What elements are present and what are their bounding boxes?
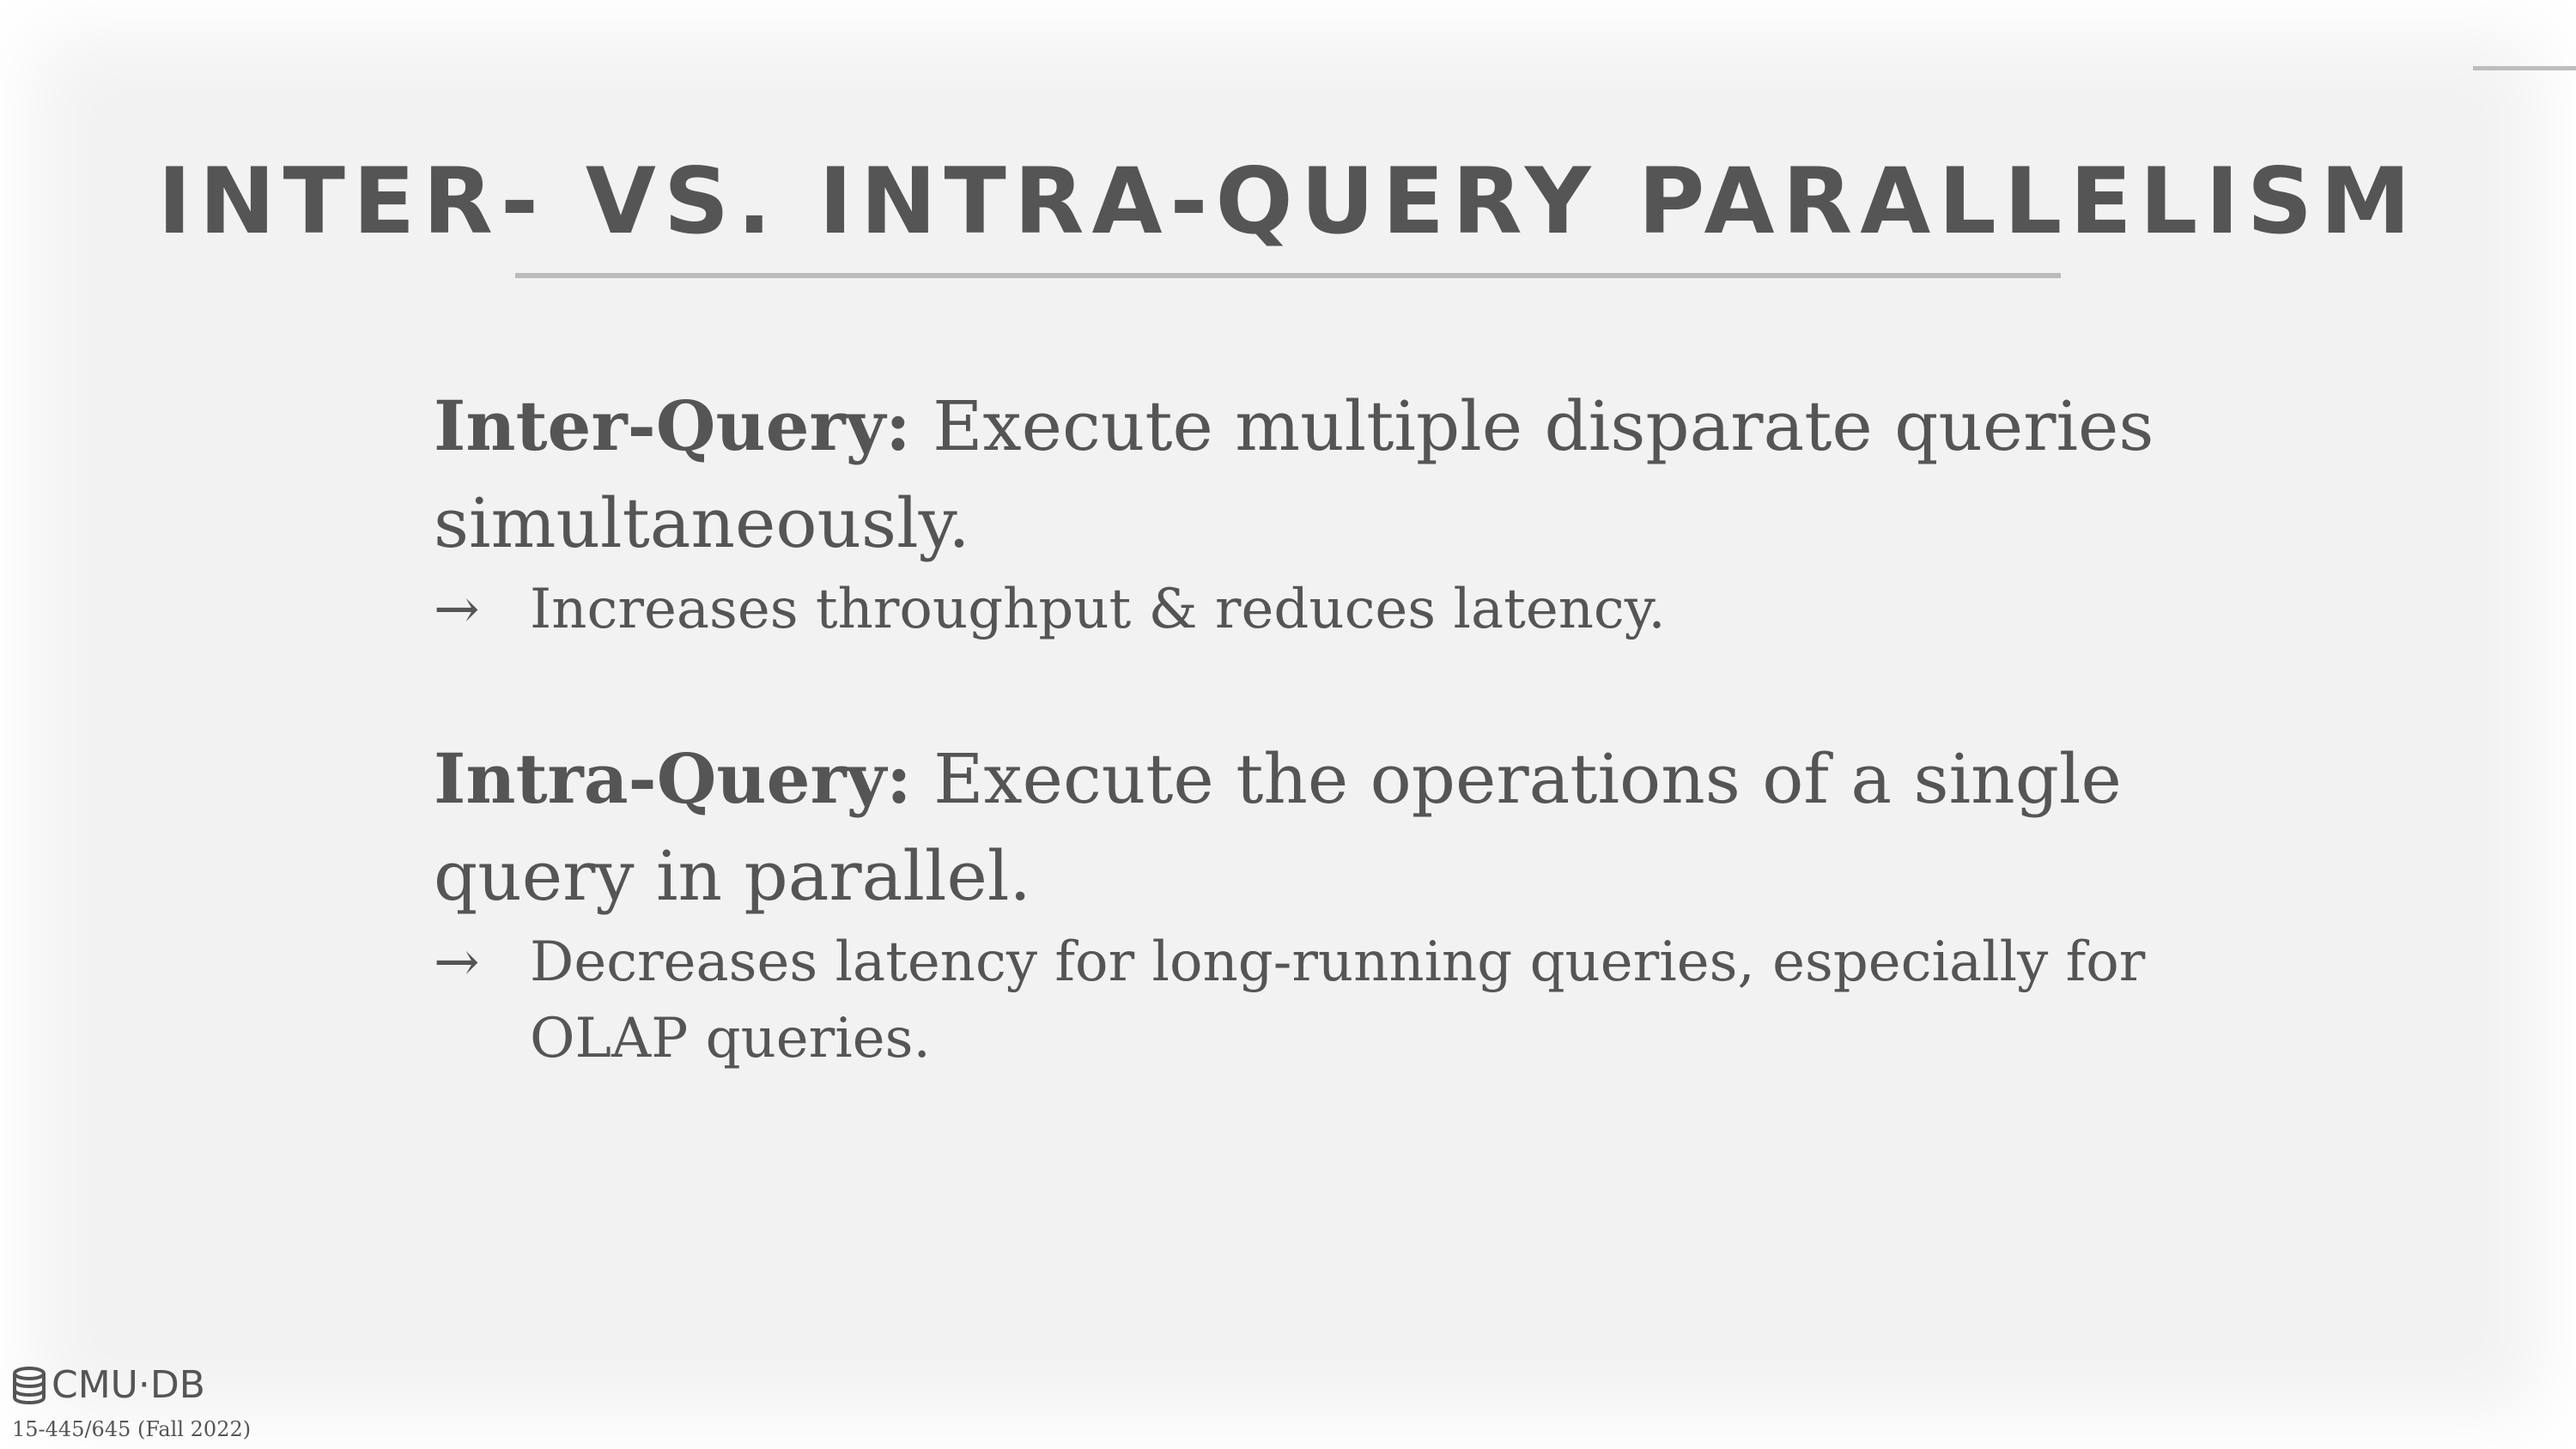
sub-bullet: → Increases throughput & reduces latency… <box>434 572 2220 648</box>
corner-rule <box>2473 66 2576 70</box>
bullet-inter-query: Inter-Query: Execute multiple disparate … <box>434 378 2220 648</box>
logo-text: CMU·DB <box>52 1363 205 1407</box>
slide: INTER- VS. INTRA-QUERY PARALLELISM Inter… <box>0 0 2576 1449</box>
arrow-icon: → <box>434 931 480 994</box>
title-underline <box>515 273 2061 278</box>
bullet-main: Inter-Query: Execute multiple disparate … <box>434 378 2220 572</box>
database-icon <box>13 1367 46 1404</box>
bullet-intra-query: Intra-Query: Execute the operations of a… <box>434 731 2220 1077</box>
bullet-term: Inter-Query: <box>434 385 911 466</box>
course-label: 15-445/645 (Fall 2022) <box>12 1417 252 1441</box>
arrow-icon: → <box>434 578 480 641</box>
cmu-db-logo: CMU·DB <box>12 1365 205 1406</box>
slide-content: Inter-Query: Execute multiple disparate … <box>434 378 2220 1160</box>
slide-title: INTER- VS. INTRA-QUERY PARALLELISM <box>157 149 2419 254</box>
sub-bullet: → Decreases latency for long-running que… <box>434 925 2220 1077</box>
sub-bullet-text: Decreases latency for long-running queri… <box>530 931 2146 1070</box>
bullet-main: Intra-Query: Execute the operations of a… <box>434 731 2220 925</box>
sub-bullet-text: Increases throughput & reduces latency. <box>530 578 1666 641</box>
bullet-term: Intra-Query: <box>434 738 912 819</box>
